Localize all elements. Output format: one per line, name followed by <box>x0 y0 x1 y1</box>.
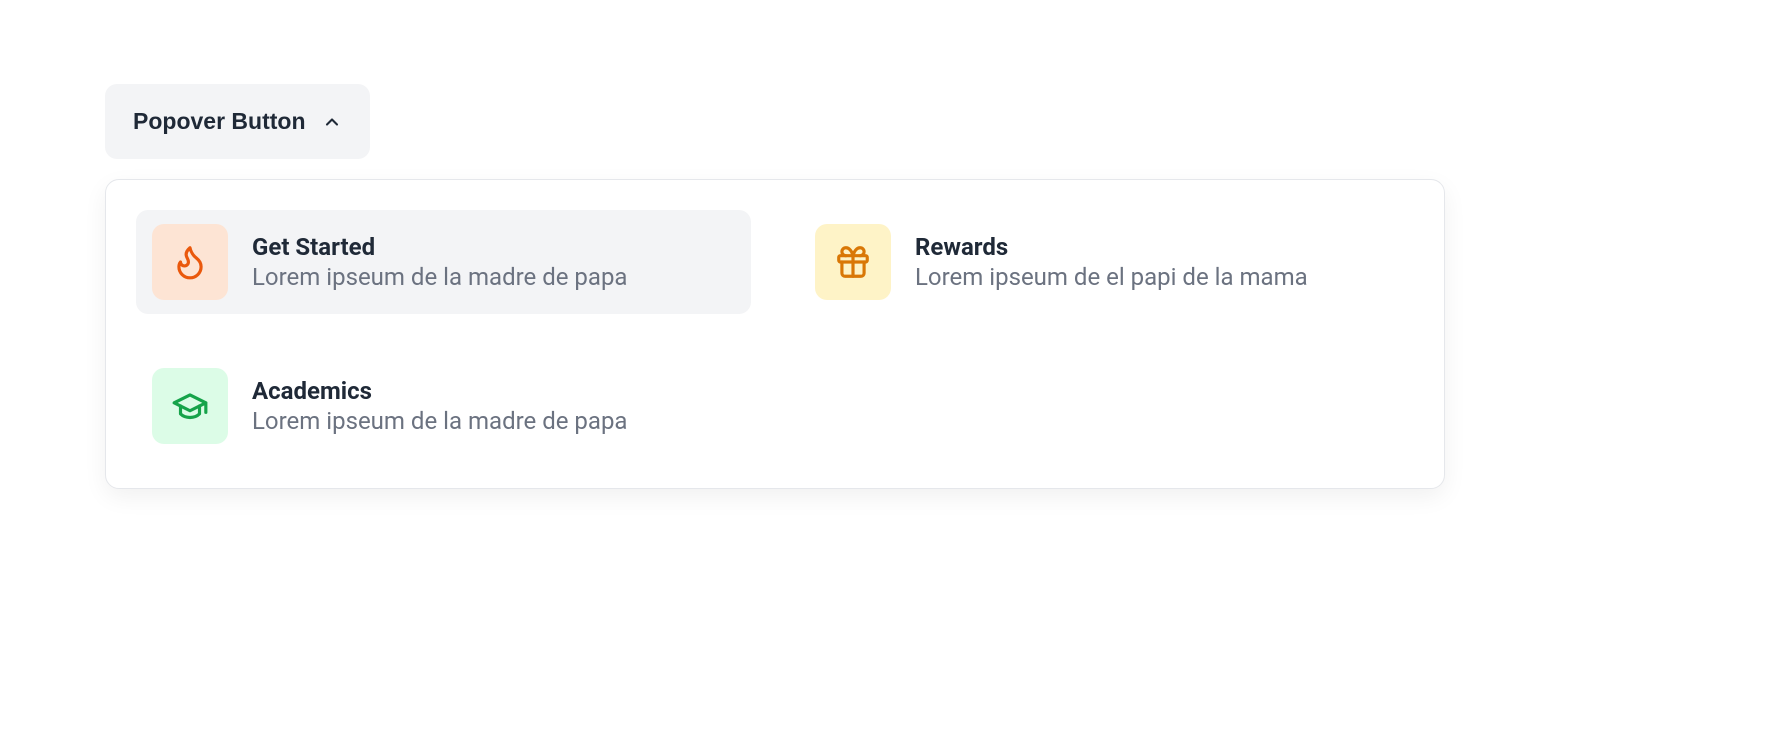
menu-item-description: Lorem ipseum de el papi de la mama <box>915 263 1308 291</box>
menu-item-content: Get Started Lorem ipseum de la madre de … <box>252 233 627 291</box>
popover-button[interactable]: Popover Button <box>105 84 370 159</box>
menu-item-description: Lorem ipseum de la madre de papa <box>252 263 627 291</box>
menu-item-description: Lorem ipseum de la madre de papa <box>252 407 627 435</box>
menu-item-get-started[interactable]: Get Started Lorem ipseum de la madre de … <box>136 210 751 314</box>
graduation-cap-icon <box>152 368 228 444</box>
menu-item-content: Rewards Lorem ipseum de el papi de la ma… <box>915 233 1308 291</box>
fire-icon <box>152 224 228 300</box>
menu-item-title: Academics <box>252 377 627 405</box>
menu-item-rewards[interactable]: Rewards Lorem ipseum de el papi de la ma… <box>799 210 1414 314</box>
popover-panel: Get Started Lorem ipseum de la madre de … <box>105 179 1445 489</box>
menu-item-title: Rewards <box>915 233 1308 261</box>
menu-item-content: Academics Lorem ipseum de la madre de pa… <box>252 377 627 435</box>
menu-item-title: Get Started <box>252 233 627 261</box>
menu-item-academics[interactable]: Academics Lorem ipseum de la madre de pa… <box>136 354 751 458</box>
chevron-up-icon <box>322 112 342 132</box>
popover-button-label: Popover Button <box>133 108 306 135</box>
gift-icon <box>815 224 891 300</box>
